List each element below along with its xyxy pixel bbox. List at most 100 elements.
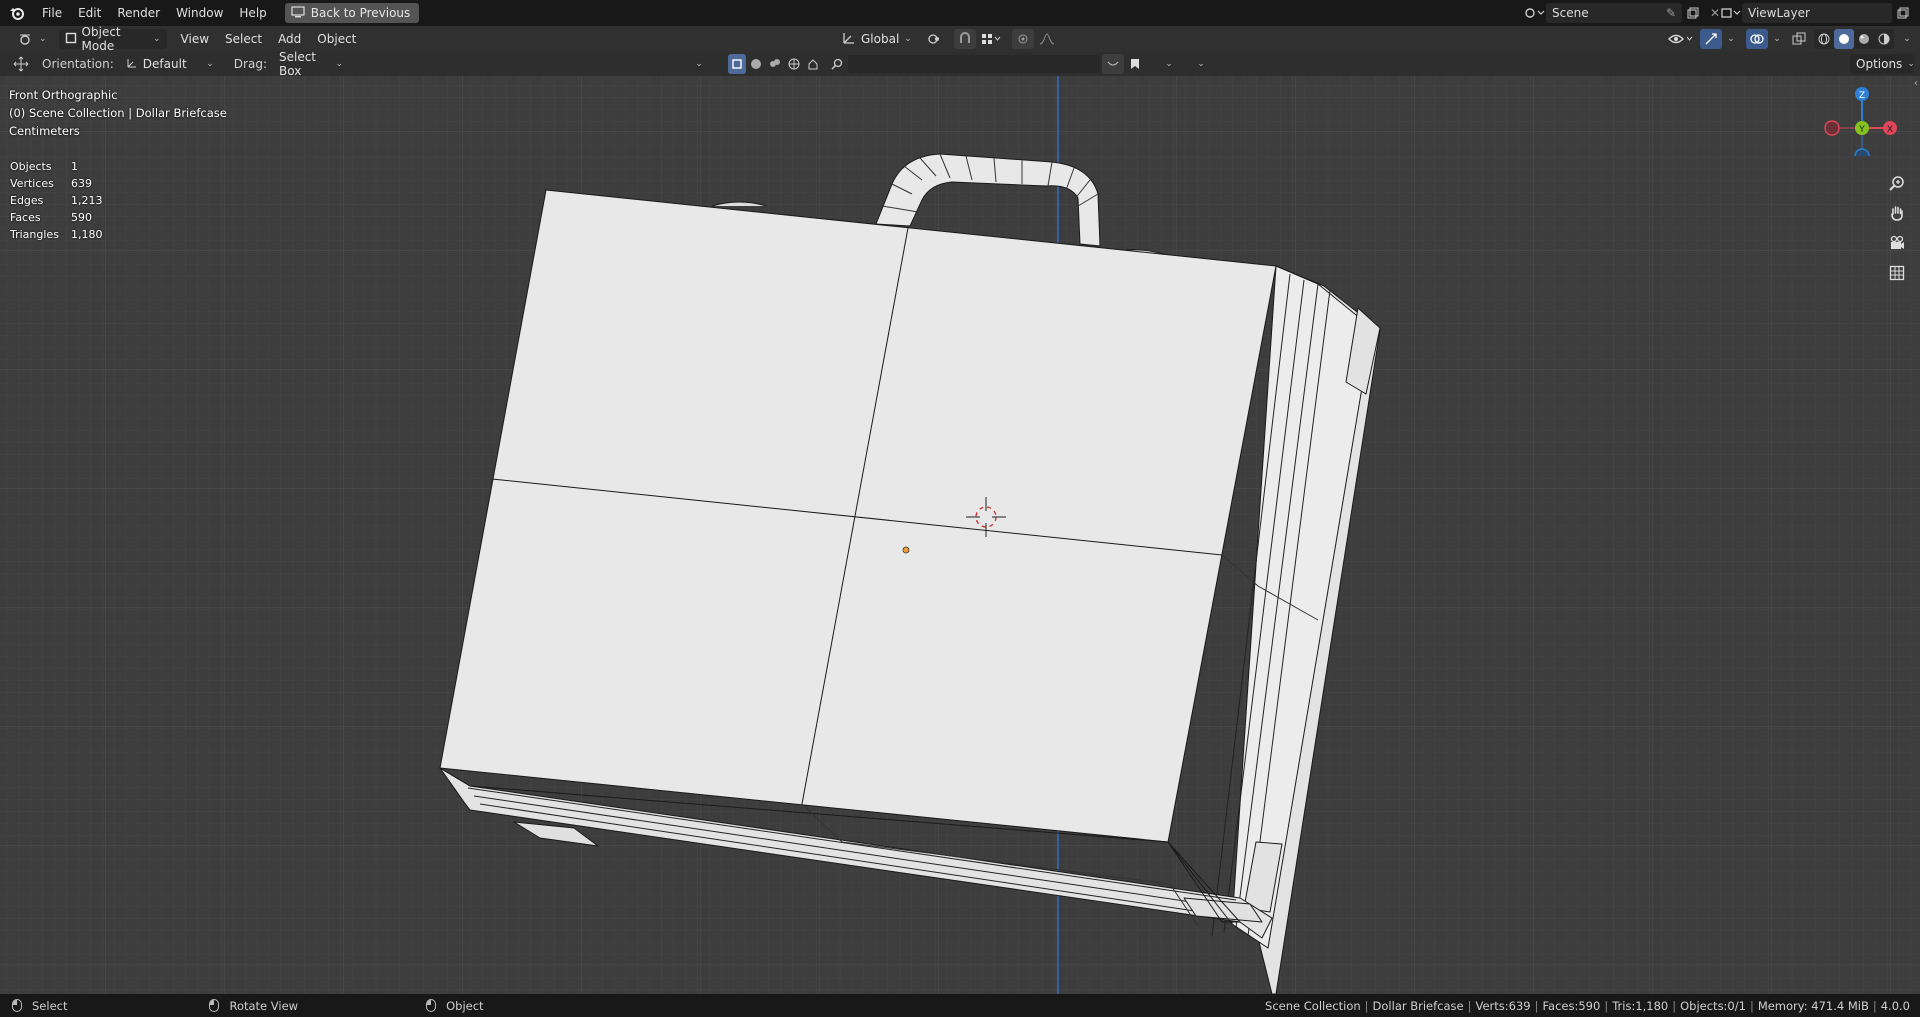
- options-dropdown[interactable]: Options ⌄: [1850, 54, 1915, 74]
- rendered-shading-icon[interactable]: [1874, 29, 1894, 49]
- overlays-toggle-icon[interactable]: [1746, 29, 1768, 49]
- status-bar: Select Rotate View Object Scene Collecti…: [0, 994, 1920, 1017]
- drag-label: Drag:: [233, 57, 267, 71]
- select-intersect-icon[interactable]: [803, 54, 822, 74]
- shading-mode-group: [1814, 29, 1894, 49]
- status-select-hint: Select: [12, 999, 67, 1013]
- select-new-icon[interactable]: [728, 54, 746, 74]
- collection-info: (0) Scene Collection | Dollar Briefcase: [9, 106, 227, 120]
- menu-view[interactable]: View: [173, 28, 217, 50]
- mode-dropdown[interactable]: Object Mode ⌄: [58, 25, 167, 53]
- view-name: Front Orthographic: [9, 88, 118, 102]
- editor-type-dropdown[interactable]: ⌄: [12, 29, 53, 49]
- orientation-dropdown[interactable]: Default ⌄: [120, 54, 220, 74]
- statistics-overlay: Objects 1 Vertices 639 Edges 1,213 Faces 590…: [10, 158, 103, 243]
- status-object-hint: Object: [426, 999, 484, 1013]
- gizmo-neg-z-icon: [1854, 148, 1870, 156]
- new-scene-icon[interactable]: [1682, 3, 1704, 23]
- delete-view-layer-icon[interactable]: ✕: [1914, 3, 1920, 23]
- status-verts: Verts:639: [1475, 998, 1531, 1013]
- mouse-middle-icon: [209, 999, 220, 1012]
- camera-view-icon[interactable]: [1884, 230, 1910, 256]
- mouse-left-icon: [12, 999, 22, 1012]
- tool-settings-header: Orientation: Default ⌄ Drag: Select Box …: [0, 50, 1920, 78]
- solid-shading-icon[interactable]: [1834, 29, 1854, 49]
- select-invert-icon[interactable]: [784, 54, 803, 74]
- overlays-menu-chevron-icon[interactable]: ⌄: [1766, 29, 1788, 49]
- drag-value: Select Box: [278, 50, 317, 78]
- scene-name: Scene: [1552, 6, 1589, 20]
- back-to-previous-button[interactable]: Back to Previous: [284, 3, 420, 23]
- zoom-view-icon[interactable]: [1884, 170, 1910, 196]
- status-objects: Objects:0/1: [1680, 998, 1746, 1013]
- scene-statistics: Scene Collection | Dollar Briefcase | Vert…: [1265, 998, 1910, 1013]
- search-input[interactable]: [848, 55, 1100, 73]
- menu-select[interactable]: Select: [217, 28, 270, 50]
- menu-help[interactable]: Help: [231, 2, 274, 24]
- move-tool-icon[interactable]: [10, 54, 32, 74]
- snap-toggle-icon[interactable]: [954, 29, 976, 49]
- bookmark-icon[interactable]: [1124, 54, 1146, 74]
- svg-text:X: X: [1887, 125, 1893, 135]
- back-to-previous-label: Back to Previous: [310, 6, 411, 20]
- navigation-gizmo[interactable]: Z X Y: [1810, 76, 1920, 156]
- viewport-editor-icon: [20, 34, 30, 45]
- status-version: 4.0.0: [1880, 998, 1910, 1013]
- 3d-viewport[interactable]: Front Orthographic (0) Scene Collection …: [0, 76, 1920, 994]
- menu-render[interactable]: Render: [109, 2, 168, 24]
- stat-row-edges: Edges 1,213: [10, 194, 103, 207]
- menu-edit[interactable]: Edit: [70, 2, 109, 24]
- view-layer-selector: ViewLayer ✕: [1720, 3, 1920, 23]
- xray-toggle-icon[interactable]: [1788, 29, 1810, 49]
- select-extend-icon[interactable]: [746, 54, 765, 74]
- search-icon: [826, 54, 848, 74]
- menu-file[interactable]: File: [34, 2, 70, 24]
- scene-browse-icon[interactable]: [1524, 3, 1546, 23]
- visibility-eye-icon[interactable]: [1666, 29, 1696, 49]
- status-tris: Tris:1,180: [1612, 998, 1669, 1013]
- status-faces: Faces:590: [1542, 998, 1601, 1013]
- collapse-chevron-icon[interactable]: ⌄: [688, 54, 710, 74]
- gizmo-neg-x-icon: [1824, 120, 1840, 136]
- svg-text:Y: Y: [1858, 125, 1865, 135]
- menu-add[interactable]: Add: [270, 28, 309, 50]
- drag-dropdown[interactable]: Select Box ⌄: [273, 50, 349, 78]
- orientation-label: Orientation:: [42, 57, 114, 71]
- pivot-point-icon[interactable]: [922, 29, 950, 49]
- view-layer-name-field[interactable]: ViewLayer: [1742, 3, 1892, 23]
- shading-options-chevron-icon[interactable]: ⌄: [1896, 29, 1918, 49]
- new-view-layer-icon[interactable]: [1892, 3, 1914, 23]
- status-object: Dollar Briefcase: [1372, 998, 1464, 1013]
- dropdown-chevron-icon-2[interactable]: ⌄: [1190, 54, 1212, 74]
- transform-orientation-label: Global: [861, 32, 900, 46]
- select-subtract-icon[interactable]: [765, 54, 784, 74]
- wireframe-shading-icon[interactable]: [1814, 29, 1834, 49]
- menu-object[interactable]: Object: [309, 28, 364, 50]
- pan-view-hand-icon[interactable]: [1884, 200, 1910, 226]
- scene-name-field[interactable]: Scene ✎: [1546, 3, 1682, 23]
- orientation-value: Default: [142, 57, 187, 71]
- transform-orientation-dropdown[interactable]: Global ⌄: [836, 29, 914, 49]
- pin-icon[interactable]: ✎: [1666, 6, 1676, 20]
- svg-text:Z: Z: [1859, 91, 1865, 101]
- orientation-default-icon: [126, 57, 138, 72]
- gizmos-toggle-icon[interactable]: [1700, 29, 1722, 49]
- object-mode-icon: [65, 32, 77, 47]
- view-layer-browse-icon[interactable]: [1720, 3, 1742, 23]
- sidebar-toggle-icon[interactable]: ‹: [1914, 78, 1920, 92]
- proportional-editing-icon[interactable]: [1012, 29, 1034, 49]
- material-preview-shading-icon[interactable]: [1854, 29, 1874, 49]
- proportional-falloff-icon[interactable]: [1036, 29, 1058, 49]
- status-memory: Memory: 471.4 MiB: [1757, 998, 1869, 1013]
- dropdown-chevron-icon[interactable]: ⌄: [1158, 54, 1180, 74]
- gizmos-menu-chevron-icon[interactable]: ⌄: [1720, 29, 1742, 49]
- snap-target-icon[interactable]: [976, 29, 1006, 49]
- top-menu-bar: File Edit Render Window Help Back to Pre…: [0, 0, 1920, 26]
- status-rotate-hint: Rotate View: [209, 999, 298, 1013]
- blender-logo-icon[interactable]: [0, 0, 34, 26]
- filter-icon[interactable]: [1102, 54, 1124, 74]
- orthographic-toggle-grid-icon[interactable]: [1884, 260, 1910, 286]
- units-label: Centimeters: [9, 124, 80, 138]
- menu-window[interactable]: Window: [168, 2, 231, 24]
- select-mode-group: [728, 54, 822, 74]
